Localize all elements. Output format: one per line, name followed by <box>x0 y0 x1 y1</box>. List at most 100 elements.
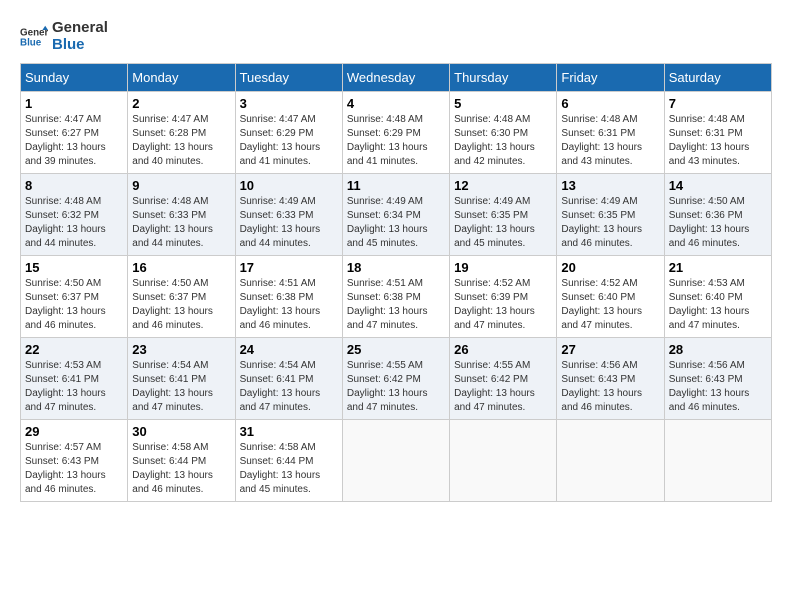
calendar-cell: 9 Sunrise: 4:48 AMSunset: 6:33 PMDayligh… <box>128 174 235 256</box>
calendar-cell: 17 Sunrise: 4:51 AMSunset: 6:38 PMDaylig… <box>235 256 342 338</box>
logo-icon: General Blue <box>20 23 48 51</box>
calendar-cell: 10 Sunrise: 4:49 AMSunset: 6:33 PMDaylig… <box>235 174 342 256</box>
day-info: Sunrise: 4:51 AMSunset: 6:38 PMDaylight:… <box>347 277 445 333</box>
calendar-cell: 20 Sunrise: 4:52 AMSunset: 6:40 PMDaylig… <box>557 256 664 338</box>
day-info: Sunrise: 4:55 AMSunset: 6:42 PMDaylight:… <box>347 359 445 415</box>
calendar-cell: 5 Sunrise: 4:48 AMSunset: 6:30 PMDayligh… <box>450 92 557 174</box>
day-number: 31 <box>240 424 338 439</box>
day-info: Sunrise: 4:47 AMSunset: 6:27 PMDaylight:… <box>25 113 123 169</box>
day-number: 1 <box>25 96 123 111</box>
calendar-cell <box>342 420 449 502</box>
calendar-cell: 1 Sunrise: 4:47 AMSunset: 6:27 PMDayligh… <box>21 92 128 174</box>
day-info: Sunrise: 4:58 AMSunset: 6:44 PMDaylight:… <box>240 441 338 497</box>
day-info: Sunrise: 4:58 AMSunset: 6:44 PMDaylight:… <box>132 441 230 497</box>
calendar-header-friday: Friday <box>557 64 664 92</box>
day-info: Sunrise: 4:50 AMSunset: 6:37 PMDaylight:… <box>132 277 230 333</box>
day-info: Sunrise: 4:57 AMSunset: 6:43 PMDaylight:… <box>25 441 123 497</box>
day-info: Sunrise: 4:48 AMSunset: 6:31 PMDaylight:… <box>561 113 659 169</box>
day-info: Sunrise: 4:48 AMSunset: 6:30 PMDaylight:… <box>454 113 552 169</box>
calendar-cell: 8 Sunrise: 4:48 AMSunset: 6:32 PMDayligh… <box>21 174 128 256</box>
calendar-cell: 27 Sunrise: 4:56 AMSunset: 6:43 PMDaylig… <box>557 338 664 420</box>
logo: General Blue General Blue <box>20 20 108 53</box>
calendar-cell <box>450 420 557 502</box>
calendar-cell: 11 Sunrise: 4:49 AMSunset: 6:34 PMDaylig… <box>342 174 449 256</box>
day-number: 13 <box>561 178 659 193</box>
day-info: Sunrise: 4:47 AMSunset: 6:28 PMDaylight:… <box>132 113 230 169</box>
day-number: 25 <box>347 342 445 357</box>
day-number: 18 <box>347 260 445 275</box>
header: General Blue General Blue <box>20 20 772 53</box>
logo-blue: Blue <box>52 36 85 53</box>
day-info: Sunrise: 4:52 AMSunset: 6:40 PMDaylight:… <box>561 277 659 333</box>
day-number: 16 <box>132 260 230 275</box>
calendar-header-wednesday: Wednesday <box>342 64 449 92</box>
calendar-week-row: 1 Sunrise: 4:47 AMSunset: 6:27 PMDayligh… <box>21 92 772 174</box>
day-info: Sunrise: 4:47 AMSunset: 6:29 PMDaylight:… <box>240 113 338 169</box>
day-number: 11 <box>347 178 445 193</box>
calendar-header-sunday: Sunday <box>21 64 128 92</box>
day-number: 29 <box>25 424 123 439</box>
calendar-header-monday: Monday <box>128 64 235 92</box>
calendar-header-saturday: Saturday <box>664 64 771 92</box>
calendar-cell: 15 Sunrise: 4:50 AMSunset: 6:37 PMDaylig… <box>21 256 128 338</box>
day-number: 28 <box>669 342 767 357</box>
day-info: Sunrise: 4:48 AMSunset: 6:31 PMDaylight:… <box>669 113 767 169</box>
calendar-cell: 24 Sunrise: 4:54 AMSunset: 6:41 PMDaylig… <box>235 338 342 420</box>
day-info: Sunrise: 4:55 AMSunset: 6:42 PMDaylight:… <box>454 359 552 415</box>
calendar-cell: 14 Sunrise: 4:50 AMSunset: 6:36 PMDaylig… <box>664 174 771 256</box>
day-number: 2 <box>132 96 230 111</box>
calendar-cell: 28 Sunrise: 4:56 AMSunset: 6:43 PMDaylig… <box>664 338 771 420</box>
day-number: 6 <box>561 96 659 111</box>
calendar-week-row: 29 Sunrise: 4:57 AMSunset: 6:43 PMDaylig… <box>21 420 772 502</box>
day-info: Sunrise: 4:56 AMSunset: 6:43 PMDaylight:… <box>561 359 659 415</box>
calendar-week-row: 22 Sunrise: 4:53 AMSunset: 6:41 PMDaylig… <box>21 338 772 420</box>
calendar-cell: 4 Sunrise: 4:48 AMSunset: 6:29 PMDayligh… <box>342 92 449 174</box>
day-number: 7 <box>669 96 767 111</box>
calendar-cell: 12 Sunrise: 4:49 AMSunset: 6:35 PMDaylig… <box>450 174 557 256</box>
day-number: 26 <box>454 342 552 357</box>
day-info: Sunrise: 4:53 AMSunset: 6:40 PMDaylight:… <box>669 277 767 333</box>
calendar-cell: 23 Sunrise: 4:54 AMSunset: 6:41 PMDaylig… <box>128 338 235 420</box>
day-number: 3 <box>240 96 338 111</box>
logo-general: General <box>52 19 108 36</box>
calendar-cell: 31 Sunrise: 4:58 AMSunset: 6:44 PMDaylig… <box>235 420 342 502</box>
day-number: 5 <box>454 96 552 111</box>
calendar-cell: 30 Sunrise: 4:58 AMSunset: 6:44 PMDaylig… <box>128 420 235 502</box>
day-number: 22 <box>25 342 123 357</box>
day-number: 20 <box>561 260 659 275</box>
calendar-cell <box>557 420 664 502</box>
day-info: Sunrise: 4:50 AMSunset: 6:37 PMDaylight:… <box>25 277 123 333</box>
day-info: Sunrise: 4:54 AMSunset: 6:41 PMDaylight:… <box>132 359 230 415</box>
day-number: 24 <box>240 342 338 357</box>
calendar-cell: 25 Sunrise: 4:55 AMSunset: 6:42 PMDaylig… <box>342 338 449 420</box>
calendar-cell: 13 Sunrise: 4:49 AMSunset: 6:35 PMDaylig… <box>557 174 664 256</box>
day-info: Sunrise: 4:50 AMSunset: 6:36 PMDaylight:… <box>669 195 767 251</box>
calendar-header-thursday: Thursday <box>450 64 557 92</box>
calendar-cell: 2 Sunrise: 4:47 AMSunset: 6:28 PMDayligh… <box>128 92 235 174</box>
calendar-cell: 16 Sunrise: 4:50 AMSunset: 6:37 PMDaylig… <box>128 256 235 338</box>
calendar-cell: 29 Sunrise: 4:57 AMSunset: 6:43 PMDaylig… <box>21 420 128 502</box>
day-number: 27 <box>561 342 659 357</box>
day-info: Sunrise: 4:52 AMSunset: 6:39 PMDaylight:… <box>454 277 552 333</box>
day-info: Sunrise: 4:51 AMSunset: 6:38 PMDaylight:… <box>240 277 338 333</box>
calendar-week-row: 15 Sunrise: 4:50 AMSunset: 6:37 PMDaylig… <box>21 256 772 338</box>
calendar-header-tuesday: Tuesday <box>235 64 342 92</box>
calendar-cell: 3 Sunrise: 4:47 AMSunset: 6:29 PMDayligh… <box>235 92 342 174</box>
calendar-cell: 22 Sunrise: 4:53 AMSunset: 6:41 PMDaylig… <box>21 338 128 420</box>
day-info: Sunrise: 4:48 AMSunset: 6:32 PMDaylight:… <box>25 195 123 251</box>
calendar-header-row: SundayMondayTuesdayWednesdayThursdayFrid… <box>21 64 772 92</box>
day-number: 12 <box>454 178 552 193</box>
day-number: 14 <box>669 178 767 193</box>
calendar-week-row: 8 Sunrise: 4:48 AMSunset: 6:32 PMDayligh… <box>21 174 772 256</box>
calendar-cell: 6 Sunrise: 4:48 AMSunset: 6:31 PMDayligh… <box>557 92 664 174</box>
calendar-table: SundayMondayTuesdayWednesdayThursdayFrid… <box>20 63 772 502</box>
day-number: 23 <box>132 342 230 357</box>
day-info: Sunrise: 4:56 AMSunset: 6:43 PMDaylight:… <box>669 359 767 415</box>
svg-text:Blue: Blue <box>20 37 42 48</box>
calendar-cell: 19 Sunrise: 4:52 AMSunset: 6:39 PMDaylig… <box>450 256 557 338</box>
day-number: 17 <box>240 260 338 275</box>
day-info: Sunrise: 4:53 AMSunset: 6:41 PMDaylight:… <box>25 359 123 415</box>
day-number: 10 <box>240 178 338 193</box>
day-info: Sunrise: 4:49 AMSunset: 6:33 PMDaylight:… <box>240 195 338 251</box>
day-info: Sunrise: 4:49 AMSunset: 6:35 PMDaylight:… <box>561 195 659 251</box>
